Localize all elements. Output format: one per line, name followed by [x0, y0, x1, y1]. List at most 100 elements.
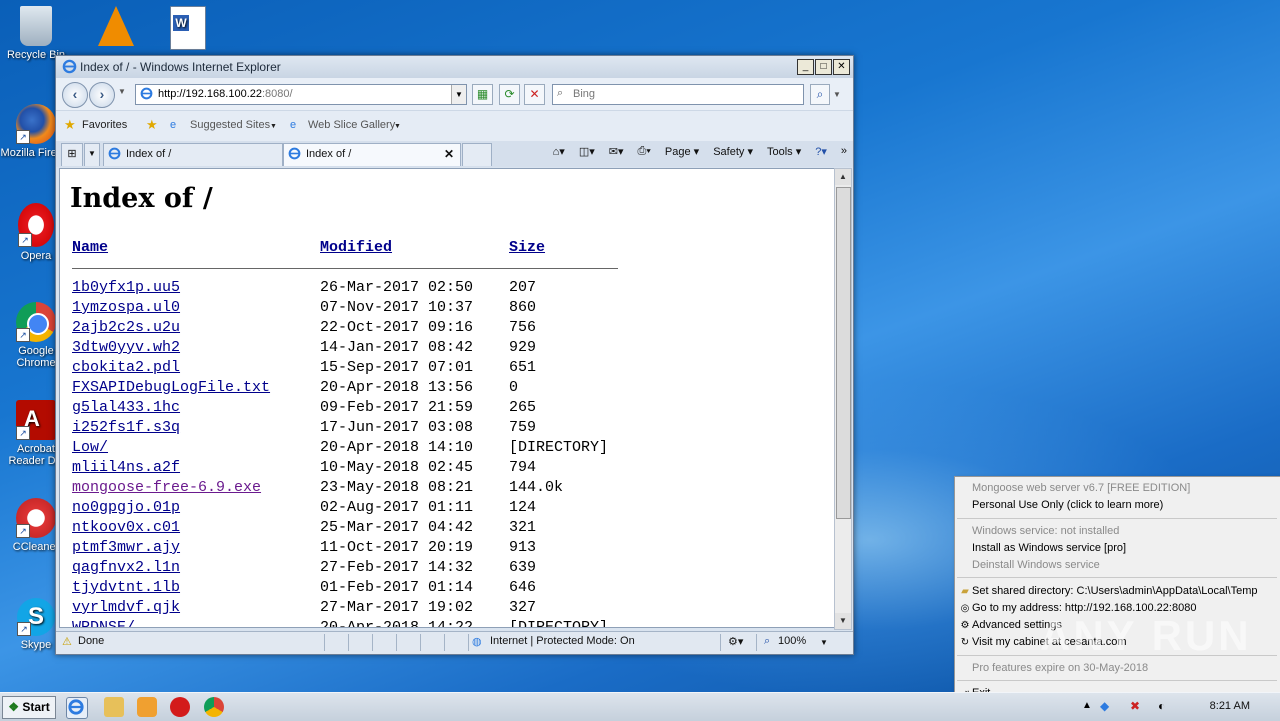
file-link[interactable]: 1b0yfx1p.uu5 [72, 279, 180, 296]
search-icon[interactable]: ⌕ [810, 84, 830, 105]
forward-button[interactable]: › [89, 82, 115, 108]
volume-icon[interactable]: ◐ [1158, 699, 1165, 713]
print-icon[interactable]: ⎙▾ [638, 145, 651, 158]
show-hidden-icons[interactable]: ▲ [1082, 700, 1092, 711]
firefox-icon: ↗ [16, 104, 56, 144]
scroll-thumb[interactable] [836, 187, 851, 519]
address-bar[interactable]: http://192.168.100.22:8080/ ▼ [135, 84, 467, 105]
file-size: 144.0k [509, 479, 564, 496]
explorer-taskbar-icon[interactable] [104, 697, 124, 717]
file-size: 265 [509, 399, 537, 416]
web-slice-gallery-link[interactable]: Web Slice Gallery [308, 119, 395, 131]
file-link[interactable]: mliil4ns.a2f [72, 459, 180, 476]
file-link[interactable]: g5lal433.1hc [72, 399, 180, 416]
help-icon[interactable]: ?▾ [815, 145, 827, 158]
menu-install-service[interactable]: Install as Windows service [pro] [972, 542, 1126, 554]
new-tab-button[interactable] [462, 143, 492, 166]
security-zone[interactable]: Internet | Protected Mode: On [490, 635, 635, 647]
shortcut-arrow-icon: ↗ [16, 426, 30, 440]
vertical-scrollbar[interactable]: ▲ ▼ [834, 168, 852, 630]
page-menu[interactable]: Page ▾ [665, 145, 699, 158]
search-input[interactable]: ⌕ Bing [552, 84, 804, 105]
traffic-cone-icon [98, 6, 134, 46]
favorites-button[interactable]: Favorites [82, 119, 127, 131]
action-center-icon[interactable]: ✖ [1130, 699, 1140, 713]
home-icon[interactable]: ⌂▾ [553, 145, 565, 158]
file-link[interactable]: cbokita2.pdl [72, 359, 180, 376]
suggested-sites-link[interactable]: Suggested Sites [190, 119, 270, 131]
file-modified: 22-Oct-2017 09:16 [320, 319, 474, 336]
column-header-modified[interactable]: Modified [320, 239, 392, 256]
url-host: http://192.168.100.22 [158, 88, 262, 100]
file-link[interactable]: no0gpgjo.01p [72, 499, 180, 516]
media-player-taskbar-icon[interactable] [137, 697, 157, 717]
tab-index-1[interactable]: Index of / [103, 143, 283, 166]
tab-list-dropdown-icon[interactable]: ▼ [84, 143, 100, 166]
feeds-icon[interactable]: ◫▾ [579, 145, 595, 158]
file-link[interactable]: tjydvtnt.1lb [72, 579, 180, 596]
file-size: 207 [509, 279, 537, 296]
minimize-button[interactable]: _ [797, 59, 814, 75]
column-header-name[interactable]: Name [72, 239, 108, 256]
tab-favicon-icon [288, 147, 301, 160]
network-icon[interactable]: ◆ [1100, 699, 1109, 713]
file-modified: 20-Apr-2018 14:10 [320, 439, 474, 456]
shortcut-arrow-icon: ↗ [16, 328, 30, 342]
vlc-shortcut[interactable] [80, 6, 152, 49]
file-link[interactable]: i252fs1f.s3q [72, 419, 180, 436]
file-link[interactable]: mongoose-free-6.9.exe [72, 479, 261, 496]
column-header-size[interactable]: Size [509, 239, 545, 256]
start-button[interactable]: ❖ Start [2, 696, 56, 719]
close-tab-icon[interactable]: ✕ [444, 147, 454, 161]
chrome-taskbar-icon[interactable] [204, 697, 224, 717]
taskbar: ❖ Start ▲ ◆ ✖ ◐ 8:21 AM [0, 692, 1280, 721]
word-document-shortcut[interactable]: W [152, 6, 224, 53]
scroll-down-icon[interactable]: ▼ [835, 613, 851, 629]
tab-index-2[interactable]: Index of / ✕ [283, 143, 461, 166]
file-size: 0 [509, 379, 519, 396]
protected-mode-icon[interactable]: ⚙▾ [728, 635, 743, 648]
add-favorite-icon[interactable]: ★ [146, 117, 158, 133]
quick-tabs-icon[interactable]: ⊞ [61, 143, 83, 166]
file-link[interactable]: FXSAPIDebugLogFile.txt [72, 379, 270, 396]
file-link[interactable]: WPDNSE/ [72, 619, 135, 627]
title-bar[interactable]: Index of / - Windows Internet Explorer _… [56, 56, 853, 79]
menu-personal-use[interactable]: Personal Use Only (click to learn more) [972, 499, 1163, 511]
file-link[interactable]: Low/ [72, 439, 108, 456]
clock[interactable]: 8:21 AM [1210, 700, 1250, 712]
safety-menu[interactable]: Safety ▾ [713, 145, 753, 158]
zoom-level[interactable]: 100% [778, 635, 806, 647]
opera-taskbar-icon[interactable] [170, 697, 190, 717]
file-link[interactable]: 2ajb2c2s.u2u [72, 319, 180, 336]
file-size: 639 [509, 559, 537, 576]
more-commands-icon[interactable]: » [841, 145, 847, 158]
zoom-dropdown-icon[interactable]: ▼ [820, 638, 828, 647]
address-dropdown-icon[interactable]: ▼ [451, 85, 466, 104]
web-slice-dropdown-icon[interactable]: ▼ [394, 123, 401, 130]
scroll-up-icon[interactable]: ▲ [835, 169, 851, 185]
compatibility-view-icon[interactable]: ▦ [472, 84, 493, 105]
refresh-icon[interactable]: ⟳ [499, 84, 520, 105]
file-link[interactable]: ntkoov0x.c01 [72, 519, 180, 536]
menu-pro-expire: Pro features expire on 30-May-2018 [972, 662, 1149, 674]
file-link[interactable]: qagfnvx2.l1n [72, 559, 180, 576]
page-title: Index of / [70, 183, 213, 214]
file-modified: 26-Mar-2017 02:50 [320, 279, 474, 296]
maximize-button[interactable]: □ [815, 59, 832, 75]
file-modified: 14-Jan-2017 08:42 [320, 339, 474, 356]
file-link[interactable]: ptmf3mwr.ajy [72, 539, 180, 556]
file-link[interactable]: 3dtw0yyv.wh2 [72, 339, 180, 356]
close-button[interactable]: ✕ [833, 59, 850, 75]
file-link[interactable]: 1ymzospa.ul0 [72, 299, 180, 316]
back-button[interactable]: ‹ [62, 82, 88, 108]
suggested-sites-dropdown-icon[interactable]: ▼ [270, 123, 277, 130]
ie-taskbar-icon[interactable] [66, 697, 88, 719]
stop-icon[interactable]: ✕ [524, 84, 545, 105]
search-options-dropdown-icon[interactable]: ▼ [833, 90, 841, 99]
file-link[interactable]: vyrlmdvf.qjk [72, 599, 180, 616]
menu-shared-directory[interactable]: Set shared directory: C:\Users\admin\App… [972, 585, 1258, 597]
tools-menu[interactable]: Tools ▾ [767, 145, 801, 158]
mail-icon[interactable]: ✉▾ [609, 145, 624, 158]
recycle-bin-icon[interactable]: Recycle Bin [0, 6, 72, 61]
recent-pages-dropdown-icon[interactable]: ▼ [118, 87, 126, 96]
